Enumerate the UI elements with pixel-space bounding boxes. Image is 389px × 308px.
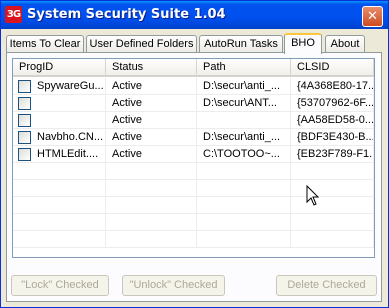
table-row[interactable]: HTMLEdit.... Active C:\TOOTOO~... {EB23F… bbox=[13, 146, 374, 163]
window-title: System Security Suite 1.04 bbox=[27, 7, 226, 22]
table-row[interactable]: Active D:\secur\ANT... {53707962-6F... bbox=[13, 95, 374, 112]
bho-list[interactable]: ProgID Status Path CLSID SpywareGu... Ac… bbox=[12, 58, 375, 258]
cell-clsid: {53707962-6F... bbox=[291, 95, 374, 112]
table-row[interactable]: Navbho.CN... Active D:\secur\anti_... {B… bbox=[13, 129, 374, 146]
cell-status: Active bbox=[106, 146, 197, 163]
app-window: 3G System Security Suite 1.04 ✕ Items To… bbox=[0, 0, 389, 308]
column-header-clsid[interactable]: CLSID bbox=[291, 59, 374, 77]
cell-path: D:\secur\anti_... bbox=[197, 129, 291, 146]
empty-row bbox=[13, 163, 374, 180]
tab-about[interactable]: About bbox=[325, 35, 365, 52]
column-header-status[interactable]: Status bbox=[106, 59, 197, 77]
cell-clsid: {BDF3E430-B... bbox=[291, 129, 374, 146]
cell-progid bbox=[13, 95, 106, 112]
close-icon: ✕ bbox=[367, 9, 378, 24]
cell-status: Active bbox=[106, 112, 197, 129]
lock-checked-button[interactable]: "Lock" Checked bbox=[11, 275, 109, 296]
delete-checked-button[interactable]: Delete Checked bbox=[276, 275, 377, 296]
unlock-checked-button[interactable]: "Unlock" Checked bbox=[122, 275, 225, 296]
cell-path: D:\secur\ANT... bbox=[197, 95, 291, 112]
cell-progid: HTMLEdit.... bbox=[13, 146, 106, 163]
app-icon: 3G bbox=[5, 6, 22, 23]
progid-text: HTMLEdit.... bbox=[37, 148, 99, 160]
list-header: ProgID Status Path CLSID bbox=[13, 59, 374, 77]
progid-text: Navbho.CN... bbox=[37, 131, 104, 143]
cell-clsid: {EB23F789-F1... bbox=[291, 146, 374, 163]
tab-autorun-tasks[interactable]: AutoRun Tasks bbox=[199, 35, 283, 52]
row-checkbox[interactable] bbox=[18, 131, 31, 144]
tab-items-to-clear[interactable]: Items To Clear bbox=[6, 35, 84, 52]
cell-path: D:\secur\anti_... bbox=[197, 78, 291, 95]
cell-clsid: {AA58ED58-0... bbox=[291, 112, 374, 129]
mouse-pointer-icon bbox=[306, 185, 320, 206]
title-bar[interactable]: 3G System Security Suite 1.04 ✕ bbox=[1, 1, 388, 29]
cell-status: Active bbox=[106, 129, 197, 146]
row-checkbox[interactable] bbox=[18, 80, 31, 93]
row-checkbox[interactable] bbox=[18, 148, 31, 161]
bho-panel: ProgID Status Path CLSID SpywareGu... Ac… bbox=[6, 52, 382, 302]
cell-path: C:\TOOTOO~... bbox=[197, 146, 291, 163]
cell-clsid: {4A368E80-17... bbox=[291, 78, 374, 95]
cell-progid: SpywareGu... bbox=[13, 78, 106, 95]
cell-status: Active bbox=[106, 78, 197, 95]
table-row[interactable]: SpywareGu... Active D:\secur\anti_... {4… bbox=[13, 78, 374, 95]
tab-user-defined-folders[interactable]: User Defined Folders bbox=[86, 35, 197, 52]
column-header-path[interactable]: Path bbox=[197, 59, 291, 77]
column-header-progid[interactable]: ProgID bbox=[13, 59, 106, 77]
progid-text: SpywareGu... bbox=[37, 80, 104, 92]
close-button[interactable]: ✕ bbox=[362, 6, 383, 27]
cell-path bbox=[197, 112, 291, 129]
row-checkbox[interactable] bbox=[18, 97, 31, 110]
empty-row bbox=[13, 231, 374, 248]
table-row[interactable]: Active {AA58ED58-0... bbox=[13, 112, 374, 129]
tab-bho[interactable]: BHO bbox=[284, 33, 322, 54]
cell-status: Active bbox=[106, 95, 197, 112]
empty-row bbox=[13, 214, 374, 231]
cell-progid: Navbho.CN... bbox=[13, 129, 106, 146]
row-checkbox[interactable] bbox=[18, 114, 31, 127]
tab-strip: Items To Clear User Defined Folders Auto… bbox=[6, 33, 384, 54]
cell-progid bbox=[13, 112, 106, 129]
